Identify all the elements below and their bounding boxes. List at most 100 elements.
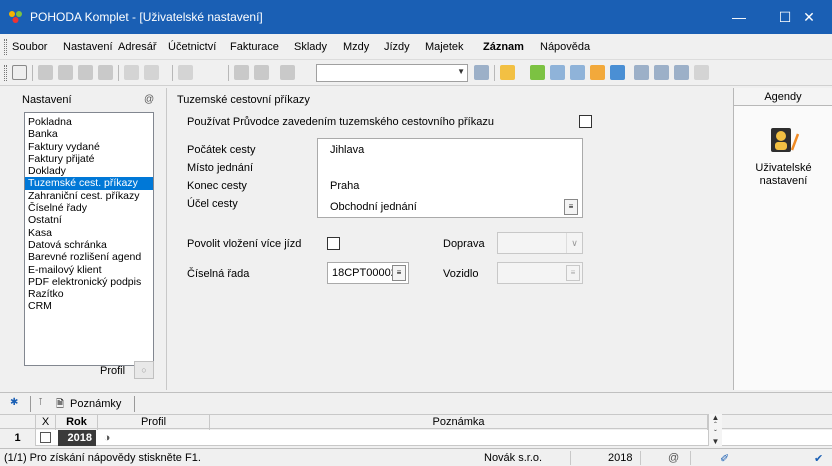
status-check-icon[interactable]: ✔ — [814, 452, 823, 465]
transport-select[interactable]: ∨ — [497, 232, 583, 254]
vehicle-field[interactable]: ≡ — [497, 262, 583, 284]
menu-mzdy[interactable]: Mzdy — [343, 41, 369, 53]
table-icon[interactable] — [550, 65, 565, 80]
settings-list-item[interactable]: PDF elektronický podpis — [25, 276, 153, 288]
settings-list-item[interactable]: Tuzemské cest. příkazy — [25, 177, 153, 190]
agenda-body: Uživatelské nastavení — [734, 106, 832, 390]
menu-soubor[interactable]: Soubor — [12, 41, 47, 53]
save-icon[interactable] — [234, 65, 249, 80]
save-all-icon[interactable] — [254, 65, 269, 80]
status-company: Novák s.r.o. — [484, 452, 543, 464]
bottom-tabs: ✱ ⊺ 🗎 Poznámky — [0, 392, 832, 414]
settings-list-item[interactable]: Datová schránka — [25, 239, 153, 251]
status-pen-icon: ✐ — [720, 453, 730, 465]
copy-icon[interactable] — [280, 65, 295, 80]
settings-list-item[interactable]: Kasa — [25, 227, 153, 239]
menu-fakturace[interactable]: Fakturace — [230, 41, 279, 53]
settings-list-item[interactable]: Doklady — [25, 165, 153, 177]
export-icon[interactable] — [98, 65, 113, 80]
menu-grip[interactable] — [4, 39, 7, 55]
settings-list-item[interactable]: CRM — [25, 300, 153, 312]
series-value[interactable]: 18CPT00002 — [332, 267, 397, 279]
settings-list-item[interactable]: Banka — [25, 128, 153, 140]
status-help-text: (1/1) Pro získání nápovědy stiskněte F1. — [4, 452, 201, 464]
header-profile[interactable]: Profil — [98, 415, 210, 430]
calculator-icon[interactable] — [570, 65, 585, 80]
bank-icon[interactable] — [610, 65, 625, 80]
tab-poznamky[interactable]: Poznámky — [70, 398, 121, 410]
row-number: 1 — [0, 430, 36, 446]
start-value[interactable]: Jihlava — [330, 144, 364, 156]
menu-ucetnictvi[interactable]: Účetnictví — [168, 41, 216, 53]
list-alt-icon[interactable] — [654, 65, 669, 80]
help-icon[interactable] — [694, 65, 709, 80]
vehicle-list-button[interactable]: ≡ — [566, 265, 580, 281]
settings-list-item[interactable]: Barevné rozlišení agend — [25, 251, 153, 263]
settings-list-item[interactable]: Faktury přijaté — [25, 153, 153, 165]
settings-list-item[interactable]: Číselné řady — [25, 202, 153, 214]
toolbar-separator — [228, 65, 229, 81]
status-year: 2018 — [608, 452, 633, 464]
multi-trips-checkbox[interactable] — [327, 237, 340, 250]
use-wizard-checkbox[interactable] — [579, 115, 592, 128]
minimize-button[interactable]: — — [716, 0, 762, 34]
purpose-scroll-button[interactable]: ≡ — [564, 199, 578, 215]
toolbar-grip[interactable] — [4, 65, 7, 81]
title-bar: POHODA Komplet - [Uživatelské nastavení]… — [0, 0, 832, 34]
settings-list-item[interactable]: E-mailový klient — [25, 264, 153, 276]
menu-adresar[interactable]: Adresář — [118, 41, 157, 53]
toolbar-separator — [172, 65, 173, 81]
header-x[interactable]: X — [36, 415, 56, 430]
toolbar-combo[interactable]: ▼ — [316, 64, 468, 82]
close-button[interactable]: ✕ — [786, 0, 832, 34]
filter-icon[interactable]: ⊺ — [38, 397, 43, 408]
folder-icon[interactable] — [500, 65, 515, 80]
header-year[interactable]: Rok — [56, 415, 98, 430]
asterisk-icon[interactable]: ✱ — [10, 397, 18, 408]
list-icon[interactable] — [634, 65, 649, 80]
agenda-icon[interactable] — [12, 65, 27, 80]
menu-majetek[interactable]: Majetek — [425, 41, 464, 53]
menu-jizdy[interactable]: Jízdy — [384, 41, 410, 53]
menu-napoveda[interactable]: Nápověda — [540, 41, 590, 53]
agenda-header: Agendy — [734, 88, 832, 106]
menu-sklady[interactable]: Sklady — [294, 41, 327, 53]
grid-scrollbar[interactable]: ▲ ˆ ˇ ▼ — [708, 414, 722, 446]
form-area: Tuzemské cestovní příkazy Používat Průvo… — [166, 88, 730, 390]
tab-separator — [30, 396, 31, 412]
settings-list-item[interactable]: Faktury vydané — [25, 141, 153, 153]
series-list-button[interactable]: ≡ — [392, 265, 406, 281]
navigate-icon[interactable] — [178, 65, 193, 80]
user-settings-icon[interactable] — [770, 126, 800, 154]
print-icon[interactable] — [38, 65, 53, 80]
series-field[interactable]: 18CPT00002 ≡ — [327, 262, 409, 284]
row-checkbox[interactable] — [40, 432, 51, 443]
row-year[interactable]: 2018 — [58, 430, 96, 446]
edit-icon[interactable] — [144, 65, 159, 80]
header-note[interactable]: Poznámka — [210, 415, 708, 430]
start-label: Počátek cesty — [187, 144, 256, 156]
chevron-down-icon: ▼ — [457, 67, 465, 76]
at-icon[interactable]: @ — [144, 94, 154, 105]
route-box[interactable]: Jihlava Praha Obchodní jednání ≡ — [317, 138, 583, 218]
profile-button[interactable]: ○ — [134, 361, 154, 379]
users-icon[interactable] — [590, 65, 605, 80]
settings-list-item[interactable]: Pokladna — [25, 116, 153, 128]
agenda-user-settings-label[interactable]: Uživatelské nastavení — [734, 162, 832, 188]
new-record-icon[interactable] — [124, 65, 139, 80]
toolbar: ▼ — [0, 60, 832, 86]
preview-icon[interactable] — [78, 65, 93, 80]
filter-icon[interactable] — [474, 65, 489, 80]
menu-zaznam[interactable]: Záznam — [483, 41, 524, 53]
print-preview-icon[interactable] — [58, 65, 73, 80]
menu-nastaveni[interactable]: Nastavení — [63, 41, 113, 53]
settings-list-item[interactable]: Zahraniční cest. příkazy — [25, 190, 153, 202]
settings-list-item[interactable]: Ostatní — [25, 214, 153, 226]
end-value[interactable]: Praha — [330, 180, 359, 192]
status-separator — [570, 451, 571, 465]
pencil-icon[interactable] — [530, 65, 545, 80]
purpose-value[interactable]: Obchodní jednání — [330, 201, 417, 213]
toolbar-separator — [118, 65, 119, 81]
settings-list-item[interactable]: Razítko — [25, 288, 153, 300]
report-icon[interactable] — [674, 65, 689, 80]
